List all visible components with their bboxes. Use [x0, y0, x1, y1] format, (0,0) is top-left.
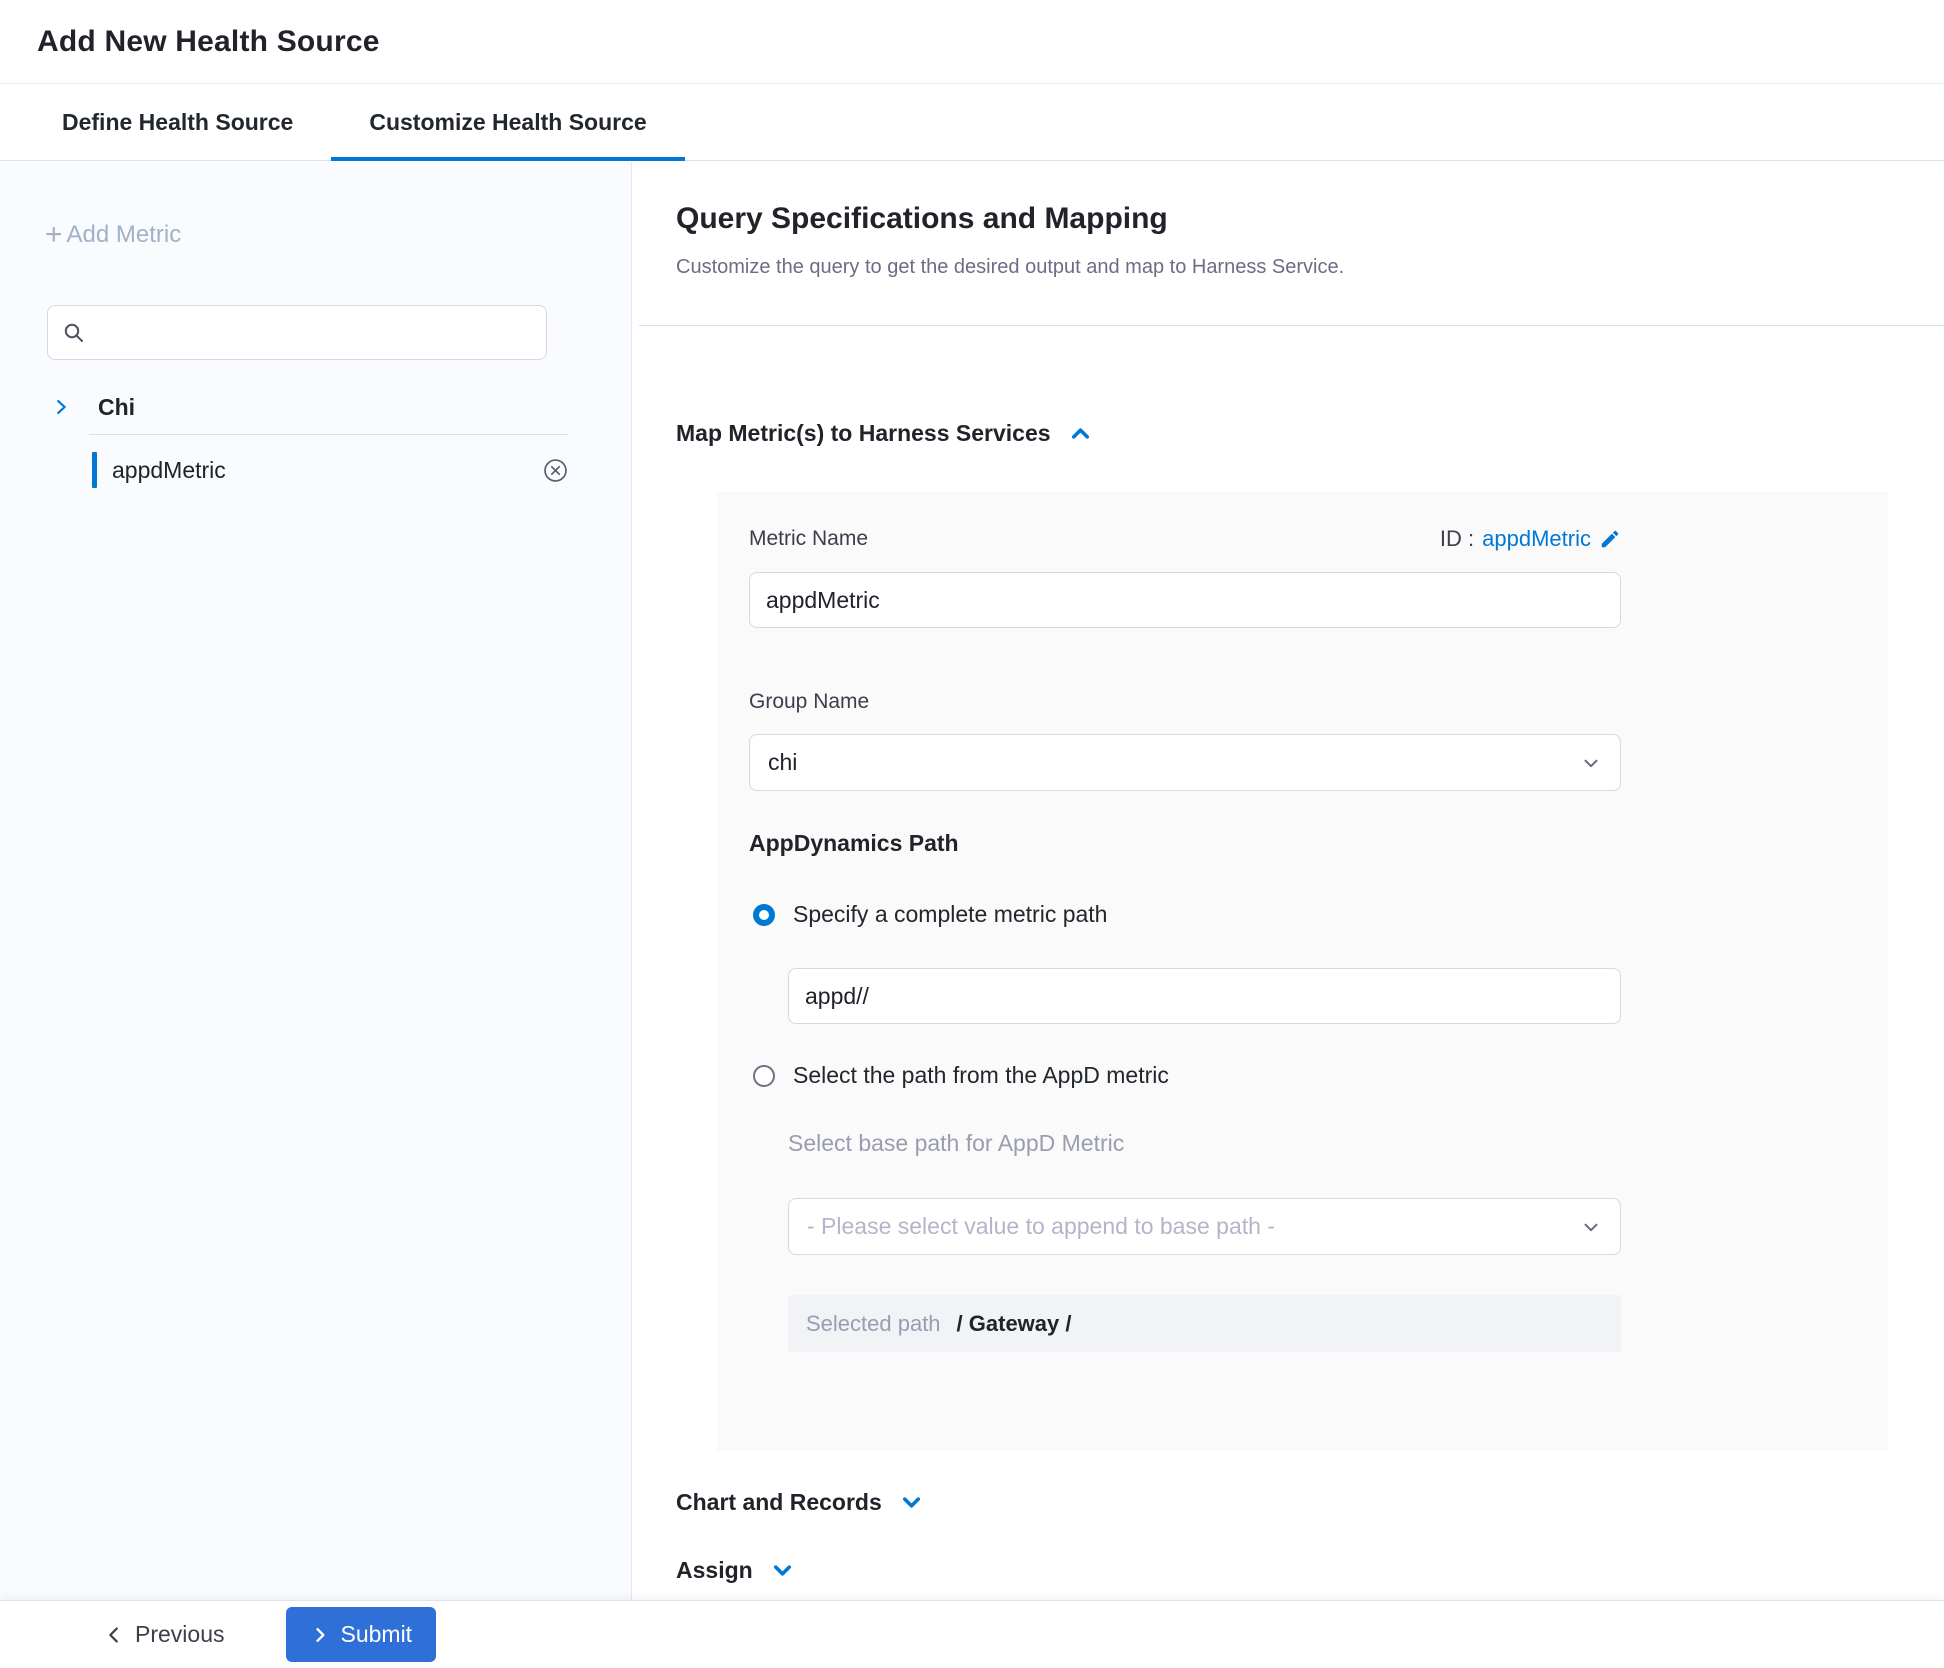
dialog-header: Add New Health Source	[0, 0, 1944, 84]
plus-icon: +	[45, 220, 63, 250]
metric-name-label: Metric Name	[749, 527, 868, 551]
base-path-label: Select base path for AppD Metric	[788, 1130, 1124, 1157]
page-title: Add New Health Source	[37, 25, 380, 59]
radio-complete-label: Specify a complete metric path	[793, 901, 1107, 928]
query-spec-panel: Query Specifications and Mapping Customi…	[633, 162, 1944, 1600]
radio-complete-metric-path[interactable]: Specify a complete metric path	[753, 901, 1107, 928]
chevron-up-icon[interactable]	[1067, 420, 1094, 447]
base-path-select[interactable]: - Please select value to append to base …	[788, 1198, 1621, 1255]
group-name-select[interactable]: chi	[749, 734, 1621, 791]
radio-selected-icon[interactable]	[753, 904, 775, 926]
map-metrics-section-header[interactable]: Map Metric(s) to Harness Services	[676, 420, 1094, 447]
metric-item-appdmetric[interactable]: appdMetric	[0, 445, 631, 495]
tab-bar: Define Health Source Customize Health So…	[0, 85, 1944, 161]
submit-button[interactable]: Submit	[286, 1607, 436, 1662]
group-name-value: chi	[768, 749, 797, 776]
chevron-left-icon	[103, 1624, 125, 1646]
delete-metric-icon[interactable]	[542, 457, 569, 484]
edit-pencil-icon[interactable]	[1599, 528, 1621, 550]
previous-button[interactable]: Previous	[97, 1620, 230, 1649]
radio-unselected-icon[interactable]	[753, 1065, 775, 1087]
tab-customize-health-source[interactable]: Customize Health Source	[331, 85, 684, 160]
appdynamics-path-heading: AppDynamics Path	[749, 830, 959, 857]
metric-search[interactable]	[47, 305, 547, 360]
previous-label: Previous	[135, 1621, 224, 1648]
chart-records-section-header[interactable]: Chart and Records	[676, 1489, 925, 1516]
search-input[interactable]	[96, 319, 532, 347]
map-metrics-form-panel: Metric Name ID : appdMetric Group Name c…	[717, 492, 1888, 1451]
chart-records-heading: Chart and Records	[676, 1489, 882, 1516]
metric-name-row: Metric Name ID : appdMetric	[749, 526, 1621, 552]
group-label: Chi	[98, 394, 135, 421]
metric-item-label: appdMetric	[112, 457, 226, 484]
metric-sidebar: + Add Metric Chi appdMetric	[0, 162, 632, 1600]
map-metrics-heading: Map Metric(s) to Harness Services	[676, 420, 1051, 447]
assign-heading: Assign	[676, 1557, 753, 1584]
group-name-label: Group Name	[749, 690, 869, 714]
radio-select-label: Select the path from the AppD metric	[793, 1062, 1169, 1089]
section-title: Query Specifications and Mapping	[676, 202, 1168, 236]
selected-path-value: / Gateway /	[957, 1311, 1072, 1337]
selected-path-label: Selected path	[806, 1311, 941, 1337]
selected-indicator-bar	[92, 452, 97, 488]
divider	[639, 325, 1944, 326]
chevron-down-icon	[1580, 752, 1602, 774]
dialog-footer: Previous Submit	[0, 1600, 1944, 1668]
chevron-right-icon	[310, 1625, 330, 1645]
add-metric-button[interactable]: + Add Metric	[45, 220, 181, 250]
chevron-down-icon	[1580, 1216, 1602, 1238]
metric-id: ID : appdMetric	[1440, 526, 1621, 552]
add-health-source-dialog: Add New Health Source Define Health Sour…	[0, 0, 1944, 1668]
assign-section-header[interactable]: Assign	[676, 1557, 796, 1584]
chevron-down-icon[interactable]	[898, 1489, 925, 1516]
chevron-down-icon[interactable]	[769, 1557, 796, 1584]
search-icon	[62, 321, 86, 345]
id-prefix: ID :	[1440, 526, 1474, 552]
metric-group-chi[interactable]: Chi	[0, 383, 631, 431]
tab-define-health-source[interactable]: Define Health Source	[24, 85, 331, 160]
section-subtitle: Customize the query to get the desired o…	[676, 256, 1344, 279]
add-metric-label: Add Metric	[67, 221, 182, 249]
submit-label: Submit	[340, 1621, 412, 1648]
group-divider	[89, 434, 568, 435]
selected-path-row: Selected path / Gateway /	[788, 1295, 1621, 1352]
metric-name-input[interactable]	[749, 572, 1621, 628]
radio-select-appd-path[interactable]: Select the path from the AppD metric	[753, 1062, 1169, 1089]
complete-metric-path-input[interactable]	[788, 968, 1621, 1024]
chevron-right-icon[interactable]	[50, 396, 72, 418]
id-value-link[interactable]: appdMetric	[1482, 526, 1591, 552]
base-path-placeholder: - Please select value to append to base …	[807, 1213, 1275, 1240]
